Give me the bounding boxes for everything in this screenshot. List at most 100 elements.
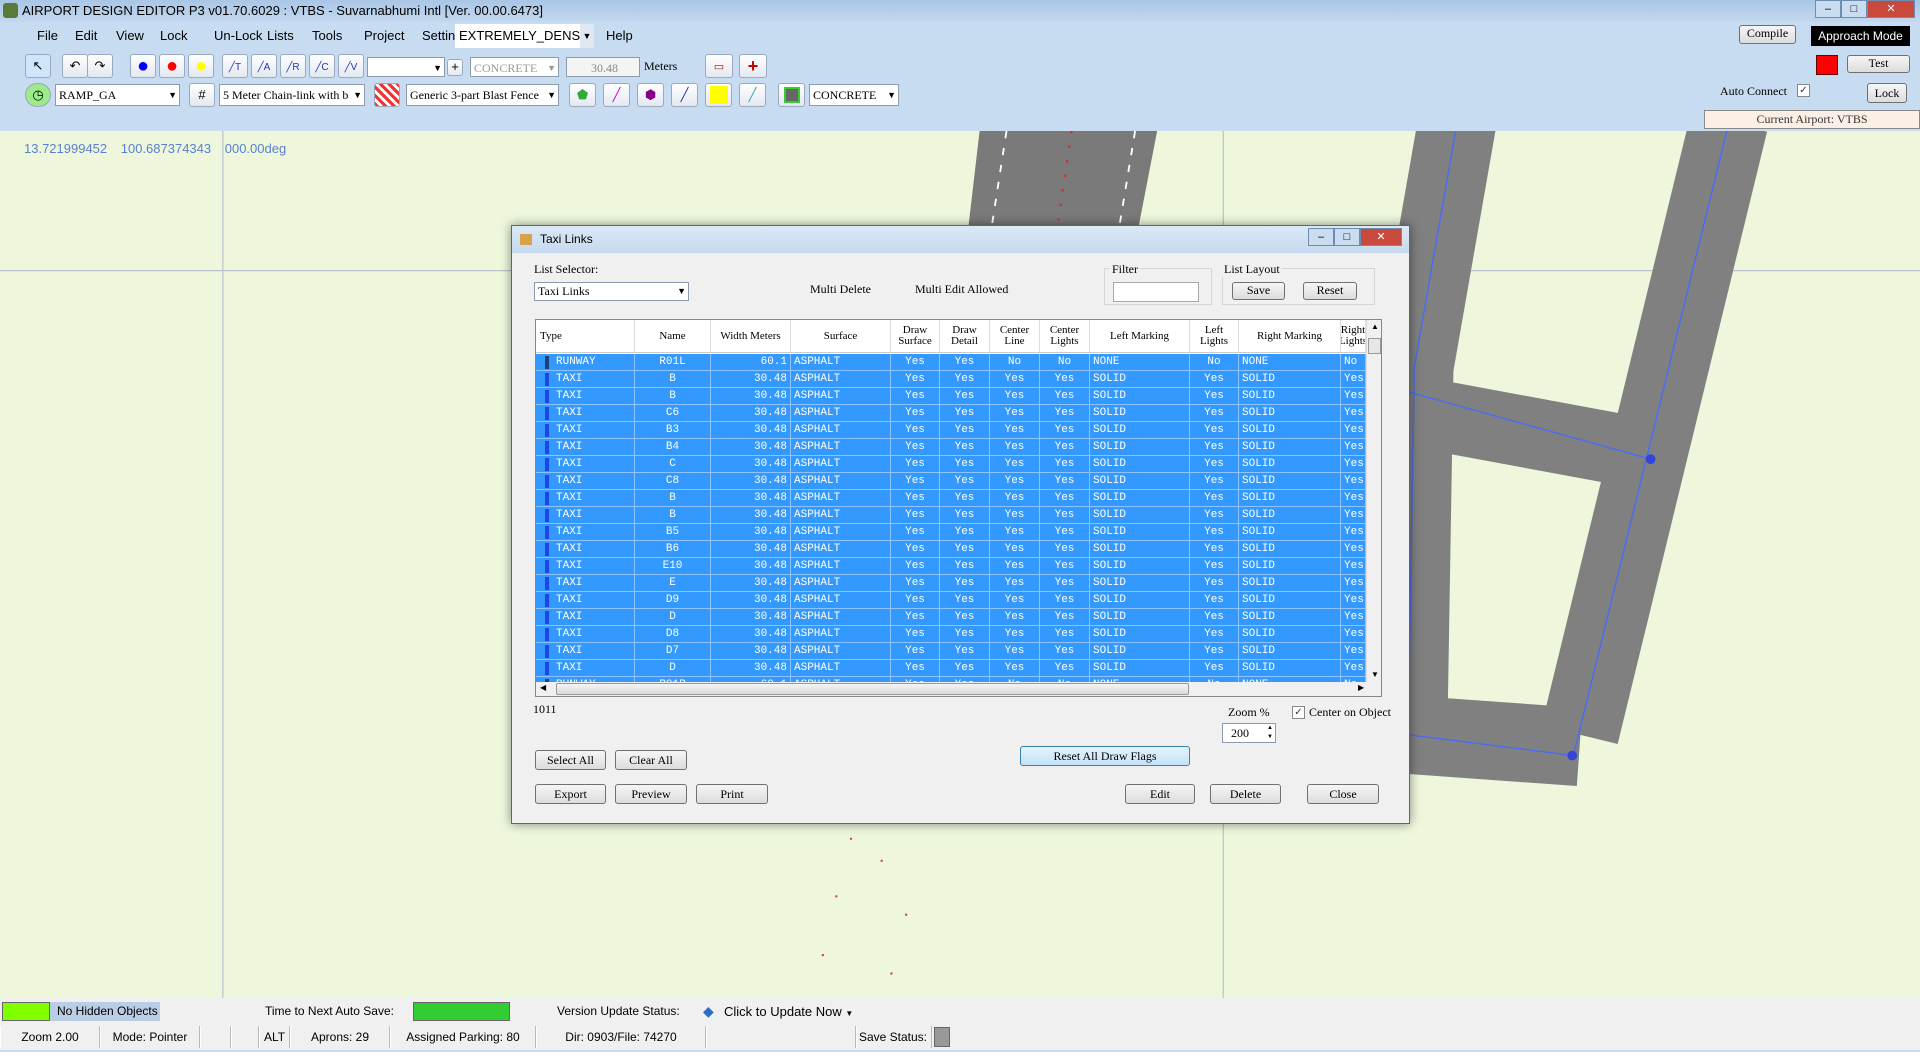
maximize-button[interactable]: □ bbox=[1841, 0, 1867, 18]
hidden-objects-label[interactable]: No Hidden Objects bbox=[50, 1002, 160, 1021]
lock-button[interactable]: Lock bbox=[1867, 83, 1907, 103]
table-row[interactable]: TAXI B 30.48 ASPHALT Yes Yes Yes Yes SOLID Yes SOL… bbox=[536, 388, 1366, 405]
line-button[interactable]: ╱ bbox=[603, 83, 630, 107]
test-button[interactable]: Test bbox=[1847, 55, 1910, 73]
edge-line-button[interactable]: ╱ bbox=[739, 83, 766, 107]
menu-lock[interactable]: Lock bbox=[160, 28, 187, 43]
menu-project[interactable]: Project bbox=[364, 28, 404, 43]
yellow-area-button[interactable] bbox=[705, 83, 732, 107]
menu-edit[interactable]: Edit bbox=[75, 28, 97, 43]
close-window-button[interactable]: ✕ bbox=[1867, 0, 1915, 18]
table-row[interactable]: TAXI E10 30.48 ASPHALT Yes Yes Yes Yes SOLID Yes S… bbox=[536, 558, 1366, 575]
gate-polygon-button[interactable]: ⬢ bbox=[637, 83, 664, 107]
surface-select-disabled[interactable]: CONCRETE ▼ bbox=[470, 57, 559, 77]
table-row[interactable]: TAXI C6 30.48 ASPHALT Yes Yes Yes Yes SOLID Yes SO… bbox=[536, 405, 1366, 422]
menu-file[interactable]: File bbox=[37, 28, 58, 43]
polygon-button[interactable]: ⬟ bbox=[569, 83, 596, 107]
table-row[interactable]: TAXI B6 30.48 ASPHALT Yes Yes Yes Yes SOLID Yes SO… bbox=[536, 541, 1366, 558]
clear-all-button[interactable]: Clear All bbox=[615, 750, 687, 770]
clock-button[interactable]: ◷ bbox=[25, 83, 51, 107]
taxi-links-grid[interactable]: Type Name Width Meters Surface Draw Surface D… bbox=[535, 319, 1382, 697]
table-row[interactable]: RUNWAY R01L 60.1 ASPHALT Yes Yes No No NONE No NON… bbox=[536, 354, 1366, 371]
table-row[interactable]: TAXI D 30.48 ASPHALT Yes Yes Yes Yes SOLID Yes SOL… bbox=[536, 660, 1366, 677]
fence-select[interactable]: 5 Meter Chain-link with b ▼ bbox=[219, 84, 365, 106]
menu-view[interactable]: View bbox=[116, 28, 144, 43]
auto-connect-checkbox[interactable]: ✓ bbox=[1797, 84, 1810, 97]
table-row[interactable]: TAXI D8 30.48 ASPHALT Yes Yes Yes Yes SOLID Yes SO… bbox=[536, 626, 1366, 643]
compile-button[interactable]: Compile bbox=[1739, 25, 1796, 44]
list-selector[interactable]: Taxi Links ▼ bbox=[534, 282, 689, 301]
vertical-scrollbar[interactable]: ▲ ▼ bbox=[1366, 320, 1381, 682]
add-button[interactable]: + bbox=[447, 59, 463, 76]
filter-input[interactable] bbox=[1113, 282, 1199, 302]
add-point-button[interactable]: + bbox=[739, 54, 767, 78]
column-header[interactable]: Right Marking bbox=[1239, 320, 1341, 352]
link-a-button[interactable]: ╱A bbox=[251, 54, 277, 78]
ruler-button[interactable]: ▭ bbox=[705, 54, 733, 78]
select-all-button[interactable]: Select All bbox=[535, 750, 606, 770]
undo-button[interactable]: ↶ bbox=[62, 54, 88, 78]
link-t-button[interactable]: ╱T bbox=[222, 54, 248, 78]
approach-mode-button[interactable]: Approach Mode bbox=[1811, 26, 1910, 46]
zoom-stepper[interactable]: 200 ▲ ▼ bbox=[1222, 723, 1276, 743]
column-header[interactable]: Draw Detail bbox=[940, 320, 990, 352]
link-v-button[interactable]: ╱V bbox=[338, 54, 364, 78]
yellow-light-button[interactable]: ● bbox=[188, 54, 214, 78]
pointer-button[interactable]: ↖ bbox=[25, 54, 51, 78]
column-header[interactable]: Width Meters bbox=[711, 320, 791, 352]
apron-button[interactable] bbox=[778, 83, 805, 107]
ramp-select[interactable]: RAMP_GA ▼ bbox=[55, 84, 180, 106]
column-header[interactable]: Center Line bbox=[990, 320, 1040, 352]
table-row[interactable]: TAXI B3 30.48 ASPHALT Yes Yes Yes Yes SOLID Yes SO… bbox=[536, 422, 1366, 439]
table-row[interactable]: TAXI B 30.48 ASPHALT Yes Yes Yes Yes SOLID Yes SOL… bbox=[536, 371, 1366, 388]
preview-button[interactable]: Preview bbox=[615, 784, 687, 804]
table-row[interactable]: TAXI E 30.48 ASPHALT Yes Yes Yes Yes SOLID Yes SOL… bbox=[536, 575, 1366, 592]
horizontal-scroll-thumb[interactable] bbox=[556, 683, 1189, 695]
minimize-button[interactable]: – bbox=[1815, 0, 1841, 18]
vertical-scroll-thumb[interactable] bbox=[1368, 338, 1381, 354]
table-row[interactable]: TAXI C 30.48 ASPHALT Yes Yes Yes Yes SOLID Yes SOL… bbox=[536, 456, 1366, 473]
reset-draw-flags-button[interactable]: Reset All Draw Flags bbox=[1020, 746, 1190, 766]
menu-help[interactable]: Help bbox=[606, 28, 633, 43]
column-header[interactable]: Surface bbox=[791, 320, 891, 352]
density-select[interactable]: EXTREMELY_DENSE ▼ bbox=[455, 24, 594, 48]
edit-button[interactable]: Edit bbox=[1125, 784, 1195, 804]
menu-lists[interactable]: Lists bbox=[267, 28, 294, 43]
apron-surface-select[interactable]: CONCRETE ▼ bbox=[809, 84, 899, 106]
table-row[interactable]: TAXI B 30.48 ASPHALT Yes Yes Yes Yes SOLID Yes SOL… bbox=[536, 507, 1366, 524]
blast-fence-select[interactable]: Generic 3-part Blast Fence ▼ bbox=[406, 84, 559, 106]
table-row[interactable]: TAXI B 30.48 ASPHALT Yes Yes Yes Yes SOLID Yes SOL… bbox=[536, 490, 1366, 507]
export-button[interactable]: Export bbox=[535, 784, 606, 804]
link-c-button[interactable]: ╱C bbox=[309, 54, 335, 78]
table-row[interactable]: TAXI D9 30.48 ASPHALT Yes Yes Yes Yes SOLID Yes SO… bbox=[536, 592, 1366, 609]
print-button[interactable]: Print bbox=[696, 784, 768, 804]
table-row[interactable]: TAXI B5 30.48 ASPHALT Yes Yes Yes Yes SOLID Yes SO… bbox=[536, 524, 1366, 541]
table-row[interactable]: TAXI B4 30.48 ASPHALT Yes Yes Yes Yes SOLID Yes SO… bbox=[536, 439, 1366, 456]
menu-tools[interactable]: Tools bbox=[312, 28, 342, 43]
fence-grid-button[interactable]: # bbox=[189, 83, 215, 107]
width-stepper[interactable]: 30.48 bbox=[566, 57, 640, 77]
column-header[interactable]: Left Marking bbox=[1090, 320, 1190, 352]
table-row[interactable]: TAXI D7 30.48 ASPHALT Yes Yes Yes Yes SOLID Yes SO… bbox=[536, 643, 1366, 660]
dialog-minimize-button[interactable]: – bbox=[1308, 228, 1334, 246]
table-row[interactable]: TAXI D 30.48 ASPHALT Yes Yes Yes Yes SOLID Yes SOL… bbox=[536, 609, 1366, 626]
delete-button[interactable]: Delete bbox=[1210, 784, 1281, 804]
center-on-object-checkbox[interactable]: ✓ bbox=[1292, 706, 1305, 719]
horizontal-scrollbar[interactable]: ◀ ▶ bbox=[536, 682, 1381, 696]
close-button[interactable]: Close bbox=[1307, 784, 1379, 804]
column-header[interactable]: Draw Surface bbox=[891, 320, 940, 352]
column-header[interactable]: Right Lights bbox=[1341, 320, 1366, 352]
link-r-button[interactable]: ╱R bbox=[280, 54, 306, 78]
column-header[interactable]: Center Lights bbox=[1040, 320, 1090, 352]
update-now-link[interactable]: Click to Update Now ▼ bbox=[724, 1004, 853, 1019]
red-light-button[interactable]: ● bbox=[159, 54, 185, 78]
blast-fence-button[interactable] bbox=[374, 83, 400, 107]
column-header[interactable]: Name bbox=[635, 320, 711, 352]
blank-select[interactable]: ▼ bbox=[367, 57, 445, 77]
layout-reset-button[interactable]: Reset bbox=[1303, 282, 1357, 300]
menu-un-lock[interactable]: Un-Lock bbox=[214, 28, 262, 43]
layout-save-button[interactable]: Save bbox=[1232, 282, 1285, 300]
dialog-maximize-button[interactable]: □ bbox=[1334, 228, 1360, 246]
dialog-close-icon[interactable]: ✕ bbox=[1360, 228, 1402, 246]
gate-line-button[interactable]: ╱ bbox=[671, 83, 698, 107]
